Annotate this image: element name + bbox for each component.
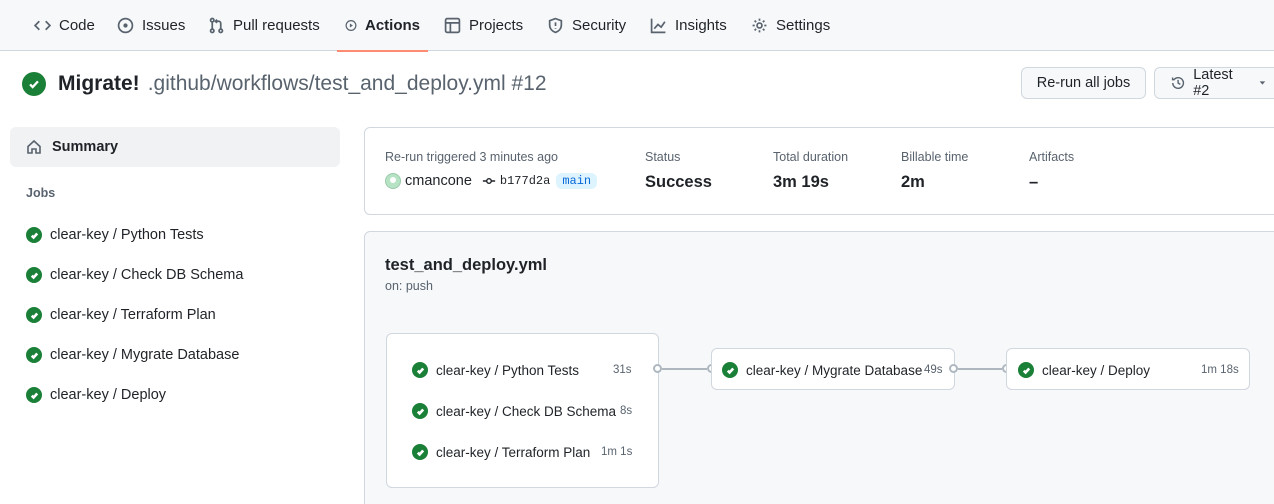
actor-link[interactable]: cmancone	[405, 173, 472, 189]
tab-pull-requests[interactable]: Pull requests	[200, 0, 328, 51]
check-circle-fill-icon	[26, 267, 42, 283]
tab-actions[interactable]: Actions	[337, 0, 428, 52]
tab-projects-label: Projects	[469, 17, 524, 34]
status-label: Status	[645, 150, 681, 164]
gear-icon	[752, 18, 767, 33]
commit-sha-link[interactable]: b177d2a	[500, 174, 550, 188]
jobs-heading: Jobs	[26, 186, 56, 200]
check-circle-fill-icon	[412, 444, 428, 460]
workflow-path-link[interactable]: .github/workflows/test_and_deploy.yml #1…	[148, 72, 547, 96]
code-icon	[34, 20, 51, 31]
graph-job-python-tests[interactable]: clear-key / Python Tests	[412, 362, 579, 378]
billable-time-value: 2m	[901, 173, 925, 191]
sidebar-job-label: clear-key / Check DB Schema	[50, 267, 244, 283]
graph-connector-node	[653, 364, 662, 373]
sidebar-job-mygrate-database[interactable]: clear-key / Mygrate Database	[26, 345, 239, 365]
check-circle-fill-icon	[412, 362, 428, 378]
check-circle-fill-icon	[22, 72, 46, 96]
artifacts-value: –	[1029, 173, 1039, 191]
graph-connector-line	[958, 368, 1002, 370]
tab-security-label: Security	[572, 17, 627, 34]
graph-job-label: clear-key / Check DB Schema	[436, 403, 617, 419]
graph-job-check-db-schema[interactable]: clear-key / Check DB Schema	[412, 403, 616, 419]
sidebar-job-label: clear-key / Deploy	[50, 387, 167, 403]
tab-pull-requests-label: Pull requests	[233, 17, 320, 34]
rerun-all-jobs-button[interactable]: Re-run all jobs	[1021, 67, 1146, 99]
check-circle-fill-icon	[26, 307, 42, 323]
avatar[interactable]	[385, 173, 401, 189]
tab-insights[interactable]: Insights	[642, 0, 735, 51]
graph-job-label: clear-key / Deploy	[1042, 362, 1151, 378]
graph-job-label: clear-key / Python Tests	[436, 362, 580, 378]
run-title: Migrate!	[58, 72, 140, 95]
play-icon	[345, 20, 357, 31]
sidebar-job-label: clear-key / Terraform Plan	[50, 307, 216, 323]
total-duration-value: 3m 19s	[773, 173, 829, 191]
run-header: Migrate! .github/workflows/test_and_depl…	[22, 70, 547, 98]
branch-label[interactable]: main	[556, 173, 598, 189]
graph-job-deploy[interactable]: clear-key / Deploy	[1018, 362, 1150, 378]
sidebar-job-deploy[interactable]: clear-key / Deploy	[26, 385, 166, 405]
check-circle-fill-icon	[722, 362, 738, 378]
check-circle-fill-icon	[26, 347, 42, 363]
rerun-all-jobs-label: Re-run all jobs	[1036, 75, 1131, 91]
artifacts-label: Artifacts	[1029, 150, 1075, 164]
sidebar-job-label: clear-key / Python Tests	[50, 227, 204, 243]
tab-code-label: Code	[59, 17, 95, 34]
graph-connector-line	[662, 368, 707, 370]
tab-insights-label: Insights	[675, 17, 727, 34]
shield-icon	[548, 17, 563, 34]
sidebar-job-check-db-schema[interactable]: clear-key / Check DB Schema	[26, 265, 243, 285]
check-circle-fill-icon	[1018, 362, 1034, 378]
job-duration: 31s	[613, 364, 632, 376]
trigger-label: Re-run triggered 3 minutes ago	[385, 150, 559, 164]
sidebar-summary-label: Summary	[52, 139, 119, 155]
sidebar-job-terraform-plan[interactable]: clear-key / Terraform Plan	[26, 305, 216, 325]
triangle-down-icon	[1259, 81, 1266, 85]
git-commit-icon	[482, 178, 496, 184]
tab-code[interactable]: Code	[26, 0, 103, 51]
graph-job-mygrate-database[interactable]: clear-key / Mygrate Database	[722, 362, 922, 378]
run-summary-card: Re-run triggered 3 minutes ago cmancone …	[364, 127, 1274, 215]
job-duration: 1m 1s	[601, 446, 633, 458]
tab-projects[interactable]: Projects	[436, 0, 531, 51]
tab-issues-label: Issues	[142, 17, 186, 34]
graph-job-terraform-plan[interactable]: clear-key / Terraform Plan	[412, 444, 590, 460]
job-duration: 49s	[924, 364, 943, 376]
table-icon	[444, 17, 461, 34]
job-duration: 8s	[620, 405, 633, 417]
tab-security[interactable]: Security	[539, 0, 634, 51]
issue-opened-icon	[117, 17, 134, 34]
sidebar-job-python-tests[interactable]: clear-key / Python Tests	[26, 225, 204, 245]
workflow-graph: test_and_deploy.yml on: push clear-key /…	[364, 231, 1274, 504]
attempt-label: Latest #2	[1193, 67, 1233, 99]
job-duration: 1m 18s	[1201, 364, 1239, 376]
billable-time-label: Billable time	[901, 150, 969, 164]
repo-nav: Code Issues Pull requests Actions Projec…	[0, 0, 1274, 52]
status-value: Success	[645, 173, 712, 191]
workflow-trigger: on: push	[385, 279, 433, 293]
check-circle-fill-icon	[26, 387, 42, 403]
sidebar-summary-link[interactable]: Summary	[10, 127, 340, 167]
tab-actions-label: Actions	[364, 17, 420, 34]
graph-job-label: clear-key / Mygrate Database	[746, 362, 923, 378]
sidebar-job-label: clear-key / Mygrate Database	[50, 347, 240, 363]
tab-issues[interactable]: Issues	[109, 0, 193, 51]
graph-connector-node	[949, 364, 958, 373]
check-circle-fill-icon	[412, 403, 428, 419]
trigger-details: cmancone b177d2a main	[385, 173, 598, 189]
tab-settings-label: Settings	[776, 17, 831, 34]
graph-icon	[650, 18, 666, 34]
git-pull-request-icon	[209, 17, 224, 34]
check-circle-fill-icon	[26, 227, 42, 243]
tab-settings[interactable]: Settings	[743, 0, 838, 51]
attempt-select-button[interactable]: Latest #2	[1154, 67, 1274, 99]
history-icon	[1171, 76, 1185, 89]
home-icon	[27, 139, 41, 154]
graph-job-label: clear-key / Terraform Plan	[436, 444, 591, 460]
workflow-file-name: test_and_deploy.yml	[385, 256, 547, 274]
total-duration-label: Total duration	[773, 150, 849, 164]
